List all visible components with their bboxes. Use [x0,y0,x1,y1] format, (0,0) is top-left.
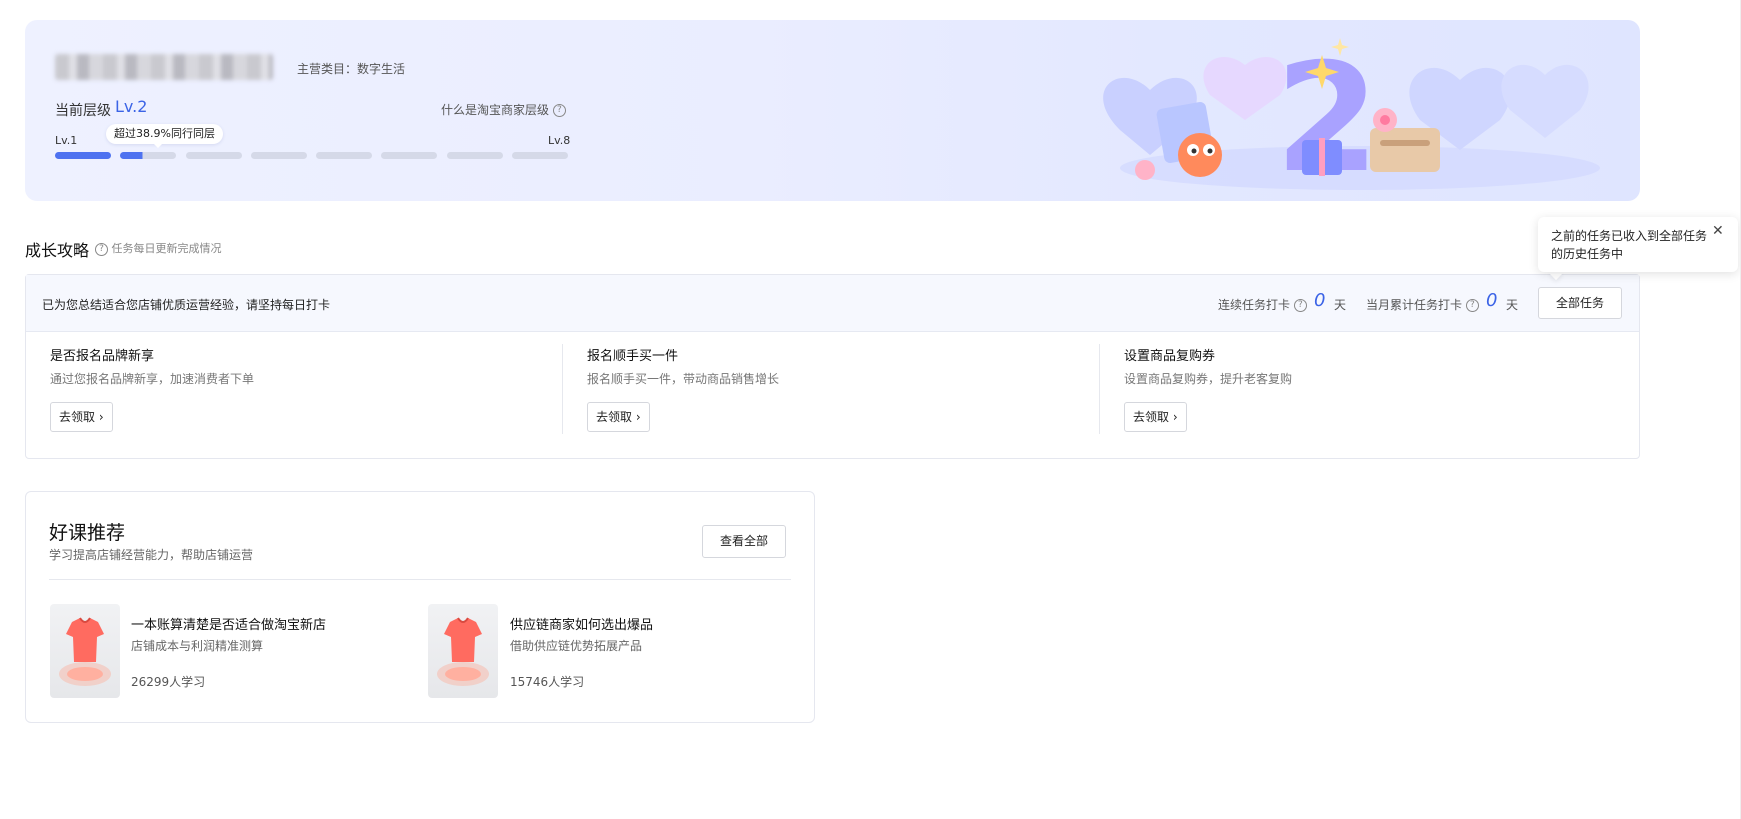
claim-button-label[interactable]: 去领取 [596,410,632,424]
month-label-text: 当月累计任务打卡 [1366,298,1463,312]
what-is-level-link[interactable]: 什么是淘宝商家层级 ? [441,101,566,118]
course-section-subtitle: 学习提高店铺经营能力，帮助店铺运营 [49,548,254,562]
level-illustration: 2 [1103,32,1600,201]
level-progress-segment [186,152,242,159]
level-progress-segment [381,152,437,159]
course-name[interactable]: 一本账算清楚是否适合做淘宝新店 [131,614,326,633]
popover-text: 之前的任务已收入到全部任务的历史任务中 [1551,229,1708,261]
divider [1099,344,1100,434]
streak-label: 连续任务打卡 ? [1218,296,1307,313]
level-progress-segment [55,152,111,159]
task-desc: 报名顺手买一件，带动商品销售增长 [587,372,780,386]
level-progress-segment [120,152,176,159]
divider [562,344,563,434]
course-learner-count: 26299人学习 [131,675,206,689]
course-thumbnail[interactable] [50,604,120,698]
store-name-blurred [55,54,273,80]
level-number-graphic: 2 [1275,32,1379,201]
level-progress-segment [512,152,568,159]
month-checkin-label: 当月累计任务打卡 ? [1366,296,1479,313]
level-progress-segment [316,152,372,159]
course-thumbnail[interactable] [428,604,498,698]
level-banner: 主营类目：数字生活 当前层级 Lv.2 什么是淘宝商家层级 ? Lv.1 Lv.… [25,20,1640,201]
course-section-title: 好课推荐 [49,522,126,544]
claim-button-label[interactable]: 去领取 [1133,410,1169,424]
chevron-right-icon: › [98,410,104,424]
help-icon[interactable]: ? [552,104,566,117]
tshirt-icon [437,617,489,686]
task-desc: 设置商品复购券，提升老客复购 [1124,372,1293,386]
view-all-button[interactable]: 查看全部 [702,525,786,558]
level-progress-segment [447,152,503,159]
peer-rank-tip: 超过38.9%同行同层 [106,124,223,148]
level-min-label: Lv.1 [55,134,78,147]
help-icon[interactable]: ? [1293,299,1307,312]
task-desc: 通过您报名品牌新享，加速消费者下单 [50,372,255,386]
claim-button[interactable]: 去领取 › [1124,402,1187,432]
level-progress-segment [251,152,307,159]
course-learner-count: 15746人学习 [510,675,585,689]
what-is-level-text[interactable]: 什么是淘宝商家层级 [441,103,549,117]
task-header-text: 已为您总结适合您店铺优质运营经验，请坚持每日打卡 [42,298,331,312]
course-name[interactable]: 供应链商家如何选出爆品 [510,614,653,633]
current-level-value: Lv.2 [115,97,148,116]
claim-button[interactable]: 去领取 › [50,402,113,432]
growth-note-text: 任务每日更新完成情况 [111,242,222,255]
tshirt-icon [59,617,111,686]
month-checkin-value: 0 [1486,290,1498,311]
growth-section-title: 成长攻略 [25,241,90,260]
close-icon[interactable]: ✕ [1712,223,1724,239]
claim-button-label[interactable]: 去领取 [59,410,95,424]
help-icon[interactable]: ? [1465,299,1479,312]
divider [49,579,791,580]
level-max-label: Lv.8 [548,134,571,147]
main-category: 主营类目：数字生活 [297,62,406,76]
course-desc: 借助供应链优势拓展产品 [510,639,643,653]
help-icon[interactable]: ? [95,242,108,256]
day-unit: 天 [1506,298,1519,312]
all-tasks-button[interactable]: 全部任务 [1538,287,1622,319]
streak-value: 0 [1314,290,1326,311]
growth-section-note: ? 任务每日更新完成情况 [95,240,222,256]
task-title: 报名顺手买一件 [587,349,679,364]
chevron-right-icon: › [635,410,641,424]
chevron-right-icon: › [1172,410,1178,424]
streak-label-text: 连续任务打卡 [1218,298,1291,312]
current-level-label: 当前层级 [55,103,111,119]
claim-button[interactable]: 去领取 › [587,402,650,432]
course-desc: 店铺成本与利润精准测算 [131,639,264,653]
task-title: 设置商品复购券 [1124,349,1216,364]
task-title: 是否报名品牌新享 [50,349,155,364]
day-unit: 天 [1334,298,1347,312]
